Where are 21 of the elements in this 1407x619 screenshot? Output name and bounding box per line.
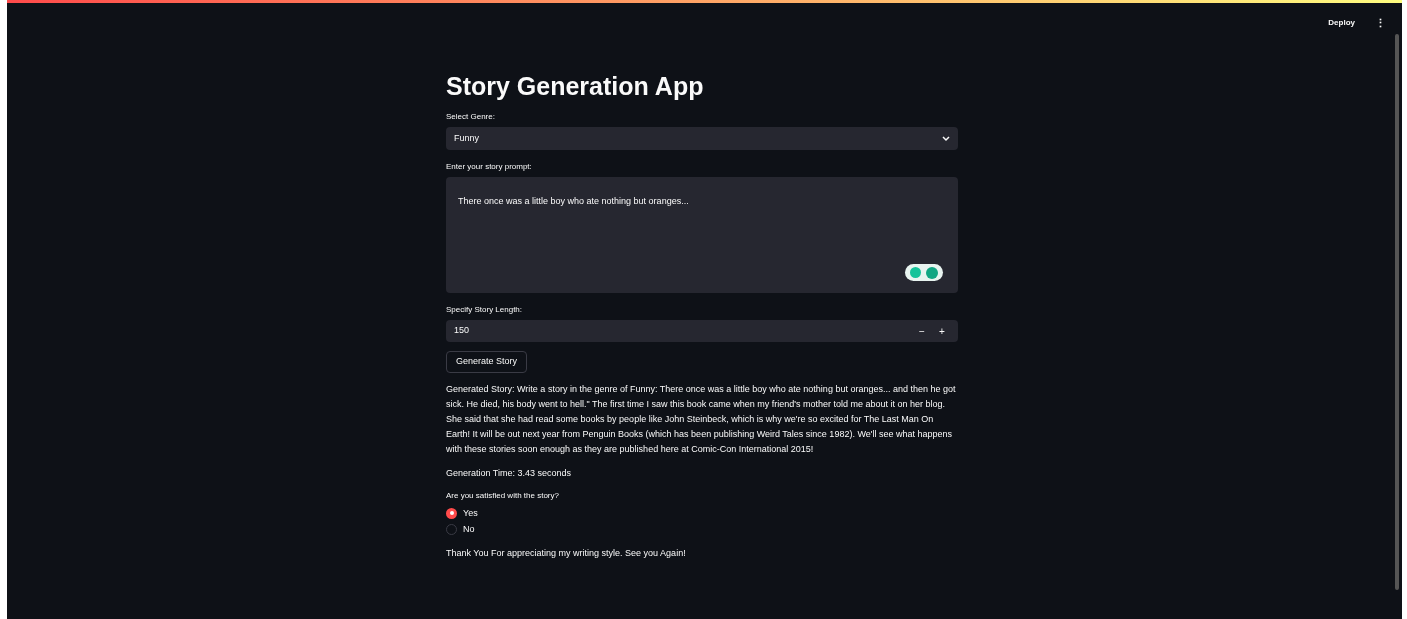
field-label: Are you satisfied with the story? (446, 489, 560, 502)
thanks-text: Thank You For appreciating my writing style. See you Again! (446, 546, 687, 560)
genre-select[interactable]: Funny (446, 127, 958, 150)
generated-story-text: Generated Story: Write a story in the genre of Funny: There once was a little boy who ate nothing but oranges... and then he got sick. He died, his body went to hell." The first time I saw this book came when my friend's mother told me about it on her blog. She said that she had read some books by people like John Steinbeck, which is why we're so excited for The Last Man On Earth! It will be out next year from Penguin Books (which has been publishing Weird Tales since 1982). We'll see what happens with these stories soon enough as they are published here at Comic-Con International 2015! (446, 383, 957, 456)
radio-option[interactable]: No (446, 523, 475, 537)
chevron-down-icon (942, 135, 950, 142)
deploy-button[interactable]: Deploy (1328, 17, 1355, 29)
prompt-textarea[interactable]: There once was a little boy who ate nothing but oranges... (446, 177, 958, 293)
decrement-button[interactable]: − (912, 323, 932, 339)
scrollbar[interactable] (1395, 34, 1399, 590)
field-label: Select Genre: (446, 111, 496, 123)
increment-button[interactable]: + (932, 323, 952, 339)
field-label: Enter your story prompt: (446, 161, 533, 173)
radio-option[interactable]: Yes (446, 506, 478, 520)
generate-story-button[interactable]: Generate Story (446, 351, 528, 373)
generation-time-text: Generation Time: 3.43 seconds (446, 467, 573, 480)
grammar-widget-icon[interactable] (905, 264, 943, 281)
length-input[interactable]: 150 (454, 324, 912, 338)
field-label: Specify Story Length: (446, 304, 524, 316)
menu-button[interactable]: ⋮ (1375, 14, 1386, 32)
page-title: Story Generation App (446, 71, 705, 101)
